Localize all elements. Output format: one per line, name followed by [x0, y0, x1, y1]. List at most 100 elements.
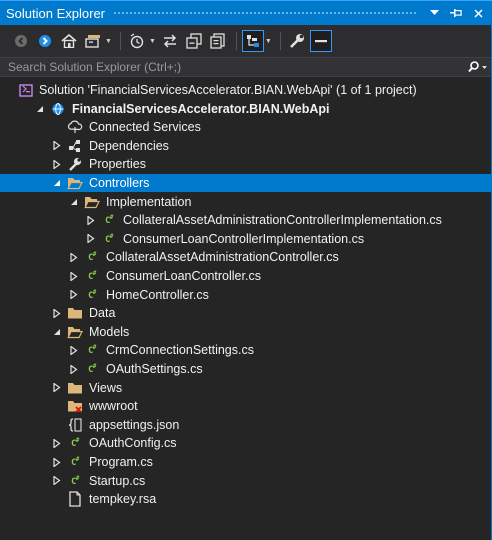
tree-node[interactable]: Solution 'FinancialServicesAccelerator.B… — [0, 81, 492, 99]
csharp-file-icon: C# — [105, 214, 113, 227]
tree-node-label: Implementation — [106, 194, 192, 209]
collapsed-arrow-icon[interactable] — [69, 252, 79, 262]
csharp-file-icon: C# — [105, 232, 113, 245]
collapsed-arrow-icon[interactable] — [69, 290, 79, 300]
expanded-arrow-icon[interactable] — [52, 327, 62, 337]
tree-node-label: appsettings.json — [89, 417, 180, 432]
tree-node[interactable]: C# CollateralAssetAdministrationControlle… — [0, 248, 492, 266]
tree-node[interactable]: FinancialServicesAccelerator.BIAN.WebApi — [0, 100, 492, 118]
search-box[interactable]: Search Solution Explorer (Ctrl+;) — [0, 57, 492, 77]
tree-node-label: ConsumerLoanControllerImplementation.cs — [123, 231, 365, 246]
collapsed-arrow-icon[interactable] — [52, 457, 62, 467]
tree-node[interactable]: C# Startup.cs — [0, 472, 492, 490]
tree-node[interactable]: Properties — [0, 155, 492, 173]
tree-node[interactable]: C# CrmConnectionSettings.cs — [0, 341, 492, 359]
expanded-arrow-icon[interactable] — [52, 178, 62, 188]
tree-node[interactable]: C# ConsumerLoanController.cs — [0, 267, 492, 285]
wrench-icon — [67, 156, 83, 172]
tree-node[interactable]: appsettings.json — [0, 416, 492, 434]
properties-icon[interactable] — [286, 30, 308, 52]
pin-icon[interactable] — [448, 5, 464, 21]
window-options-dropdown-icon[interactable] — [426, 5, 442, 21]
tree-node-label: Properties — [89, 157, 146, 172]
tree-node[interactable]: Implementation — [0, 193, 492, 211]
drag-grip[interactable] — [113, 10, 416, 16]
close-icon[interactable] — [470, 5, 486, 21]
folder-icon — [67, 305, 83, 321]
tree-node[interactable]: C# Program.cs — [0, 453, 492, 471]
code-icon[interactable] — [309, 30, 332, 52]
collapse-all-icon[interactable] — [183, 30, 205, 52]
collapsed-arrow-icon[interactable] — [86, 234, 96, 244]
forward-icon[interactable] — [34, 30, 56, 52]
file-icon — [67, 491, 83, 507]
tree-node[interactable]: Controllers — [0, 174, 492, 192]
expanded-arrow-icon[interactable] — [35, 104, 45, 114]
collapsed-arrow-icon[interactable] — [52, 476, 62, 486]
tree-node-label: Models — [89, 324, 130, 339]
tree-node[interactable]: Views — [0, 379, 492, 397]
tree-node[interactable]: Models — [0, 323, 492, 341]
tree-node-label: Controllers — [89, 176, 150, 190]
folder-open-icon — [67, 324, 83, 340]
switch-views-icon[interactable] — [82, 30, 104, 52]
csharp-file-icon: C# — [88, 288, 96, 301]
preview-icon[interactable] — [241, 30, 264, 52]
tree-node-label: HomeController.cs — [106, 287, 209, 302]
tree-node[interactable]: C# CollateralAssetAdministrationControlle… — [0, 211, 492, 229]
tree-node-label: CollateralAssetAdministrationControllerI… — [123, 213, 442, 228]
tree-node[interactable]: C# OAuthConfig.cs — [0, 434, 492, 452]
collapsed-arrow-icon[interactable] — [52, 308, 62, 318]
collapsed-arrow-icon[interactable] — [52, 438, 62, 448]
collapsed-arrow-icon[interactable] — [69, 364, 79, 374]
collapsed-arrow-icon[interactable] — [86, 215, 96, 225]
tree-node-label: CollateralAssetAdministrationController.… — [106, 250, 339, 265]
collapsed-arrow-icon[interactable] — [69, 271, 79, 281]
collapsed-arrow-icon[interactable] — [69, 345, 79, 355]
toolbar-separator — [279, 32, 281, 50]
csharp-file-icon: C# — [88, 344, 96, 357]
tree-node-label: Dependencies — [89, 138, 169, 153]
csharp-file-icon: C# — [88, 251, 96, 264]
collapsed-arrow-icon[interactable] — [52, 383, 62, 393]
home-icon[interactable] — [58, 30, 80, 52]
switch-views-dropdown-icon[interactable]: ▼ — [105, 38, 112, 45]
sync-icon[interactable] — [159, 30, 181, 52]
pending-changes-filter-icon[interactable] — [126, 30, 148, 52]
tree-node-label: ConsumerLoanController.cs — [106, 269, 261, 283]
filter-dropdown-icon[interactable]: ▼ — [149, 38, 156, 45]
search-icon[interactable] — [468, 61, 488, 73]
tree-node[interactable]: Data — [0, 304, 492, 322]
csharp-file-icon: C# — [88, 363, 96, 375]
tree-node-label: wwwroot — [89, 399, 138, 414]
expanded-arrow-icon[interactable] — [69, 197, 79, 207]
back-icon[interactable] — [10, 30, 32, 52]
folder-open-icon — [67, 175, 83, 191]
csharp-file-icon: C# — [88, 270, 96, 282]
toolbar-separator — [235, 32, 237, 50]
preview-dropdown-icon[interactable]: ▼ — [265, 38, 272, 45]
webproject-icon — [50, 101, 66, 117]
connected-services-icon — [67, 119, 83, 135]
tree-node[interactable]: wwwroot — [0, 397, 492, 415]
show-all-files-icon[interactable] — [207, 30, 229, 52]
folder-open-icon — [84, 194, 100, 210]
tree-node[interactable]: Dependencies — [0, 137, 492, 155]
tree-node-label: Solution 'FinancialServicesAccelerator.B… — [39, 83, 417, 97]
tree-node[interactable]: C# OAuthSettings.cs — [0, 360, 492, 378]
csharp-file-icon: C# — [71, 474, 79, 487]
tree-node[interactable]: Connected Services — [0, 118, 492, 136]
tree-node-label: Connected Services — [89, 120, 201, 135]
tree-node[interactable]: tempkey.rsa — [0, 490, 492, 508]
tree-node[interactable]: C# HomeController.cs — [0, 286, 492, 304]
collapsed-arrow-icon[interactable] — [52, 159, 62, 169]
tree-node[interactable]: C# ConsumerLoanControllerImplementation.c… — [0, 230, 492, 248]
tree-node-label: CrmConnectionSettings.cs — [106, 343, 254, 358]
solution-icon — [18, 82, 34, 98]
collapsed-arrow-icon[interactable] — [52, 141, 62, 151]
tree-node-label: OAuthSettings.cs — [106, 362, 203, 376]
toolbar-separator — [119, 32, 121, 50]
csharp-file-icon: C# — [71, 437, 79, 450]
search-input[interactable]: Search Solution Explorer (Ctrl+;) — [0, 60, 468, 74]
tree-node-label: Data — [89, 306, 116, 321]
